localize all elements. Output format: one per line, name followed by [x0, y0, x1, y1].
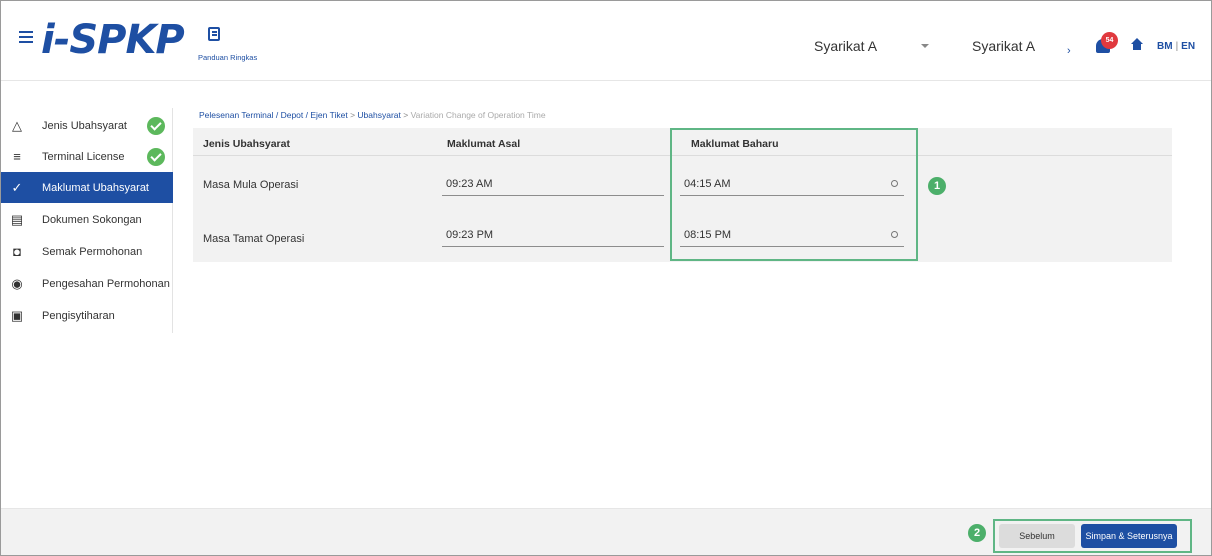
original-end-time-value: 09:23 PM	[446, 229, 494, 241]
sidebar-item-terminal-license[interactable]: ≡ Terminal License	[1, 141, 173, 172]
breadcrumb-separator: >	[350, 110, 356, 120]
review-icon: ◘	[13, 244, 21, 259]
logo-text: i-SPKP	[41, 17, 185, 63]
filter-icon: ≡	[13, 149, 21, 164]
sidebar: △ Jenis Ubahsyarat ≡ Terminal License ✓ …	[1, 108, 173, 333]
original-start-time-field: 09:23 AM	[442, 174, 664, 196]
sidebar-item-dokumen-sokongan[interactable]: ▤ Dokumen Sokongan	[1, 204, 173, 235]
sidebar-item-maklumat-ubahsyarat[interactable]: ✓ Maklumat Ubahsyarat	[1, 172, 173, 203]
verify-icon: ◉	[11, 276, 23, 291]
language-switch: BM | EN	[1157, 41, 1195, 52]
app-logo[interactable]: i-SPKP	[41, 15, 185, 65]
breadcrumb-link-pelesenan[interactable]: Pelesenan Terminal / Depot / Ejen Tiket	[199, 110, 348, 120]
highlight-box-new-info	[670, 128, 918, 261]
home-icon[interactable]	[1131, 38, 1143, 50]
company-name: Syarikat A	[972, 38, 1036, 54]
lang-en[interactable]: EN	[1181, 41, 1195, 52]
check-circle-icon	[147, 148, 165, 166]
breadcrumb-current: Variation Change of Operation Time	[410, 110, 546, 120]
sidebar-item-pengesahan-permohonan[interactable]: ◉ Pengesahan Permohonan	[1, 268, 173, 299]
sidebar-item-label: Semak Permohonan	[42, 246, 143, 258]
sidebar-item-label: Pengisytiharan	[42, 310, 115, 322]
header-jenis-ubahsyarat: Jenis Ubahsyarat	[203, 138, 290, 150]
chevron-icon[interactable]: ›	[1067, 45, 1071, 57]
edit-check-icon: ✓	[11, 180, 23, 195]
row-label-masa-tamat: Masa Tamat Operasi	[203, 233, 305, 245]
sidebar-item-label: Pengesahan Permohonan	[42, 278, 170, 290]
header-maklumat-asal: Maklumat Asal	[447, 138, 521, 150]
lang-bm[interactable]: BM	[1157, 41, 1173, 52]
breadcrumb-link-ubahsyarat[interactable]: Ubahsyarat	[357, 110, 400, 120]
window-frame	[0, 0, 1212, 556]
notification-badge: 54	[1101, 32, 1118, 49]
sidebar-item-pengisytiharan[interactable]: ▣ Pengisytiharan	[1, 300, 173, 331]
original-end-time-field: 09:23 PM	[442, 225, 664, 247]
caret-down-icon[interactable]	[921, 44, 929, 48]
sidebar-item-jenis-ubahsyarat[interactable]: △ Jenis Ubahsyarat	[1, 110, 173, 141]
step-marker-1: 1	[928, 177, 946, 195]
clipboard-icon: ▣	[10, 308, 24, 323]
row-label-masa-mula: Masa Mula Operasi	[203, 179, 299, 191]
panduan-label: Panduan Ringkas	[198, 53, 258, 62]
book-icon	[208, 27, 220, 41]
simpan-seterusnya-button[interactable]: Simpan & Seterusnya	[1081, 524, 1177, 548]
sidebar-item-semak-permohonan[interactable]: ◘ Semak Permohonan	[1, 236, 173, 267]
top-header: i-SPKP Panduan Ringkas Syarikat A Syarik…	[1, 1, 1211, 81]
hamburger-menu-icon[interactable]	[19, 31, 33, 43]
sidebar-item-label: Dokumen Sokongan	[42, 214, 142, 226]
sebelum-button[interactable]: Sebelum	[999, 524, 1075, 548]
company-select[interactable]: Syarikat A	[814, 38, 877, 54]
sidebar-item-label: Maklumat Ubahsyarat	[42, 182, 149, 194]
step-marker-2: 2	[968, 524, 986, 542]
sidebar-item-label: Terminal License	[42, 151, 125, 163]
sidebar-item-label: Jenis Ubahsyarat	[42, 120, 127, 132]
triangle-icon: △	[12, 118, 22, 133]
breadcrumb: Pelesenan Terminal / Depot / Ejen Tiket …	[199, 110, 546, 120]
check-circle-icon	[147, 117, 165, 135]
documents-icon: ▤	[10, 212, 24, 227]
lang-separator: |	[1175, 41, 1179, 52]
breadcrumb-separator: >	[403, 110, 409, 120]
original-start-time-value: 09:23 AM	[446, 178, 493, 190]
